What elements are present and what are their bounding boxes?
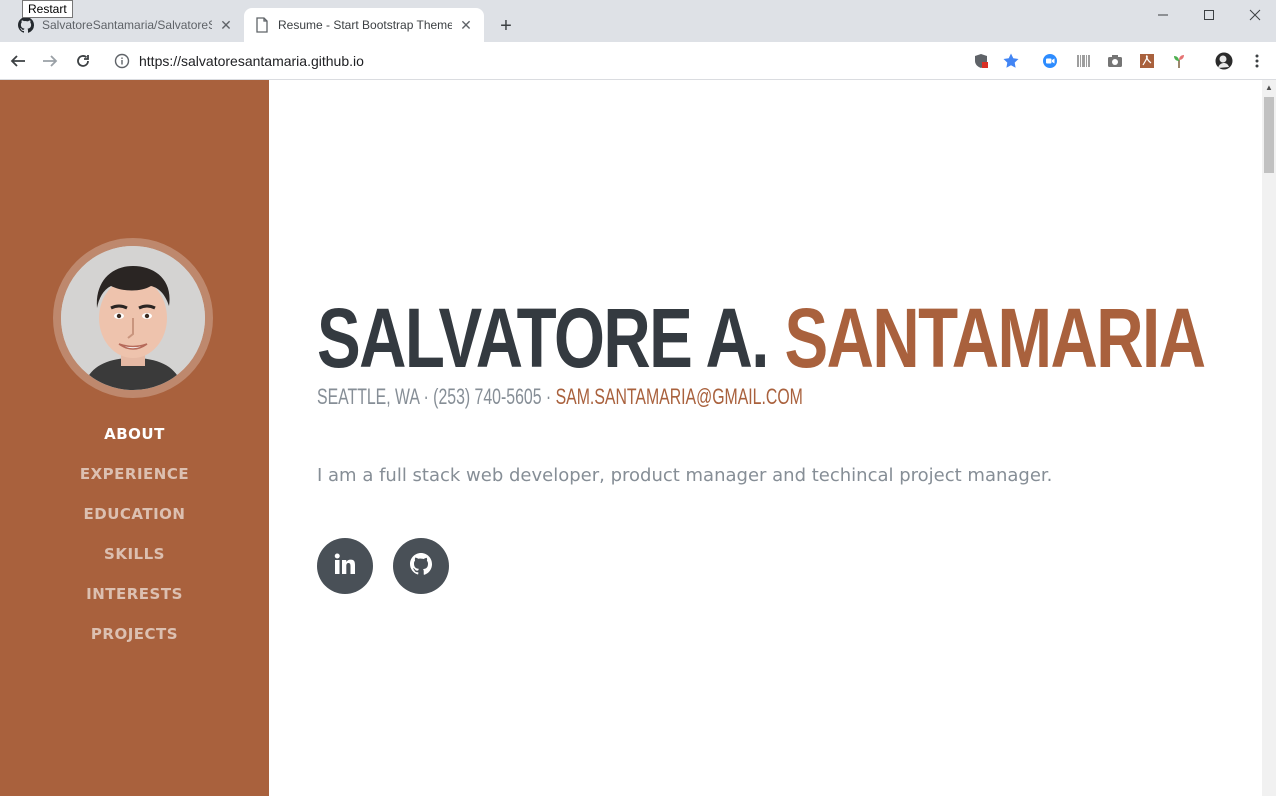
vertical-scrollbar[interactable]: ▲	[1262, 80, 1276, 796]
github-icon	[410, 552, 433, 580]
close-window-button[interactable]	[1232, 0, 1276, 30]
linkedin-button[interactable]	[317, 538, 373, 594]
reload-button[interactable]	[71, 49, 95, 73]
tab-title: SalvatoreSantamaria/SalvatoreSa	[42, 18, 212, 32]
scroll-up-arrow-icon[interactable]: ▲	[1262, 80, 1276, 94]
email-link[interactable]: SAM.SANTAMARIA@GMAIL.COM	[556, 384, 803, 409]
star-icon[interactable]	[1002, 52, 1020, 70]
profile-avatar-icon[interactable]	[1215, 52, 1233, 70]
tab-resume[interactable]: Resume - Start Bootstrap Theme ✕	[244, 8, 484, 42]
intro-text: I am a full stack web developer, product…	[317, 465, 1053, 486]
scrollbar-thumb[interactable]	[1264, 97, 1274, 173]
github-icon	[18, 17, 34, 33]
barcode-icon[interactable]	[1074, 52, 1092, 70]
first-name: SALVATORE A.	[317, 291, 769, 385]
camera-icon[interactable]	[1106, 52, 1124, 70]
url-text: https://salvatoresantamaria.github.io	[139, 53, 364, 69]
nav-link-skills[interactable]: Skills	[0, 542, 269, 582]
menu-icon[interactable]	[1248, 52, 1266, 70]
new-tab-button[interactable]: +	[494, 14, 518, 38]
tab-title: Resume - Start Bootstrap Theme	[278, 18, 452, 32]
maximize-button[interactable]	[1186, 0, 1232, 30]
github-button[interactable]	[393, 538, 449, 594]
close-icon[interactable]: ✕	[458, 17, 474, 33]
page-icon	[254, 17, 270, 33]
nav-link-projects[interactable]: Projects	[0, 622, 269, 662]
nav-link-education[interactable]: Education	[0, 502, 269, 542]
linkedin-icon	[334, 553, 356, 580]
back-button[interactable]	[6, 49, 30, 73]
info-icon[interactable]	[113, 52, 131, 70]
forward-button[interactable]	[38, 49, 62, 73]
contact-line: SEATTLE, WA · (253) 740-5605 · SAM.SANTA…	[317, 384, 803, 410]
address-bar[interactable]: https://salvatoresantamaria.github.io	[113, 48, 364, 74]
profile-photo	[53, 238, 213, 398]
last-name: SANTAMARIA	[784, 291, 1207, 385]
sidebar-nav: About Experience Education Skills Intere…	[0, 80, 269, 796]
nav-link-experience[interactable]: Experience	[0, 462, 269, 502]
location-phone: SEATTLE, WA · (253) 740-5605 ·	[317, 384, 552, 409]
zoom-ext-icon[interactable]	[1041, 52, 1059, 70]
nav-link-interests[interactable]: Interests	[0, 582, 269, 622]
pdf-icon[interactable]	[1138, 52, 1156, 70]
tab-strip: Restart SalvatoreSantamaria/SalvatoreSa …	[0, 0, 1276, 42]
browser-toolbar: https://salvatoresantamaria.github.io	[0, 42, 1276, 80]
plant-icon[interactable]	[1170, 52, 1188, 70]
section-nav: About Experience Education Skills Intere…	[0, 422, 269, 662]
minimize-button[interactable]	[1140, 0, 1186, 30]
close-icon[interactable]: ✕	[218, 17, 234, 33]
shield-icon[interactable]	[972, 52, 990, 70]
tooltip: Restart	[22, 0, 73, 18]
about-section: SALVATORE A. SANTAMARIA SEATTLE, WA · (2…	[269, 80, 1262, 796]
page-title: SALVATORE A. SANTAMARIA	[317, 291, 1207, 385]
nav-link-about[interactable]: About	[0, 422, 269, 462]
